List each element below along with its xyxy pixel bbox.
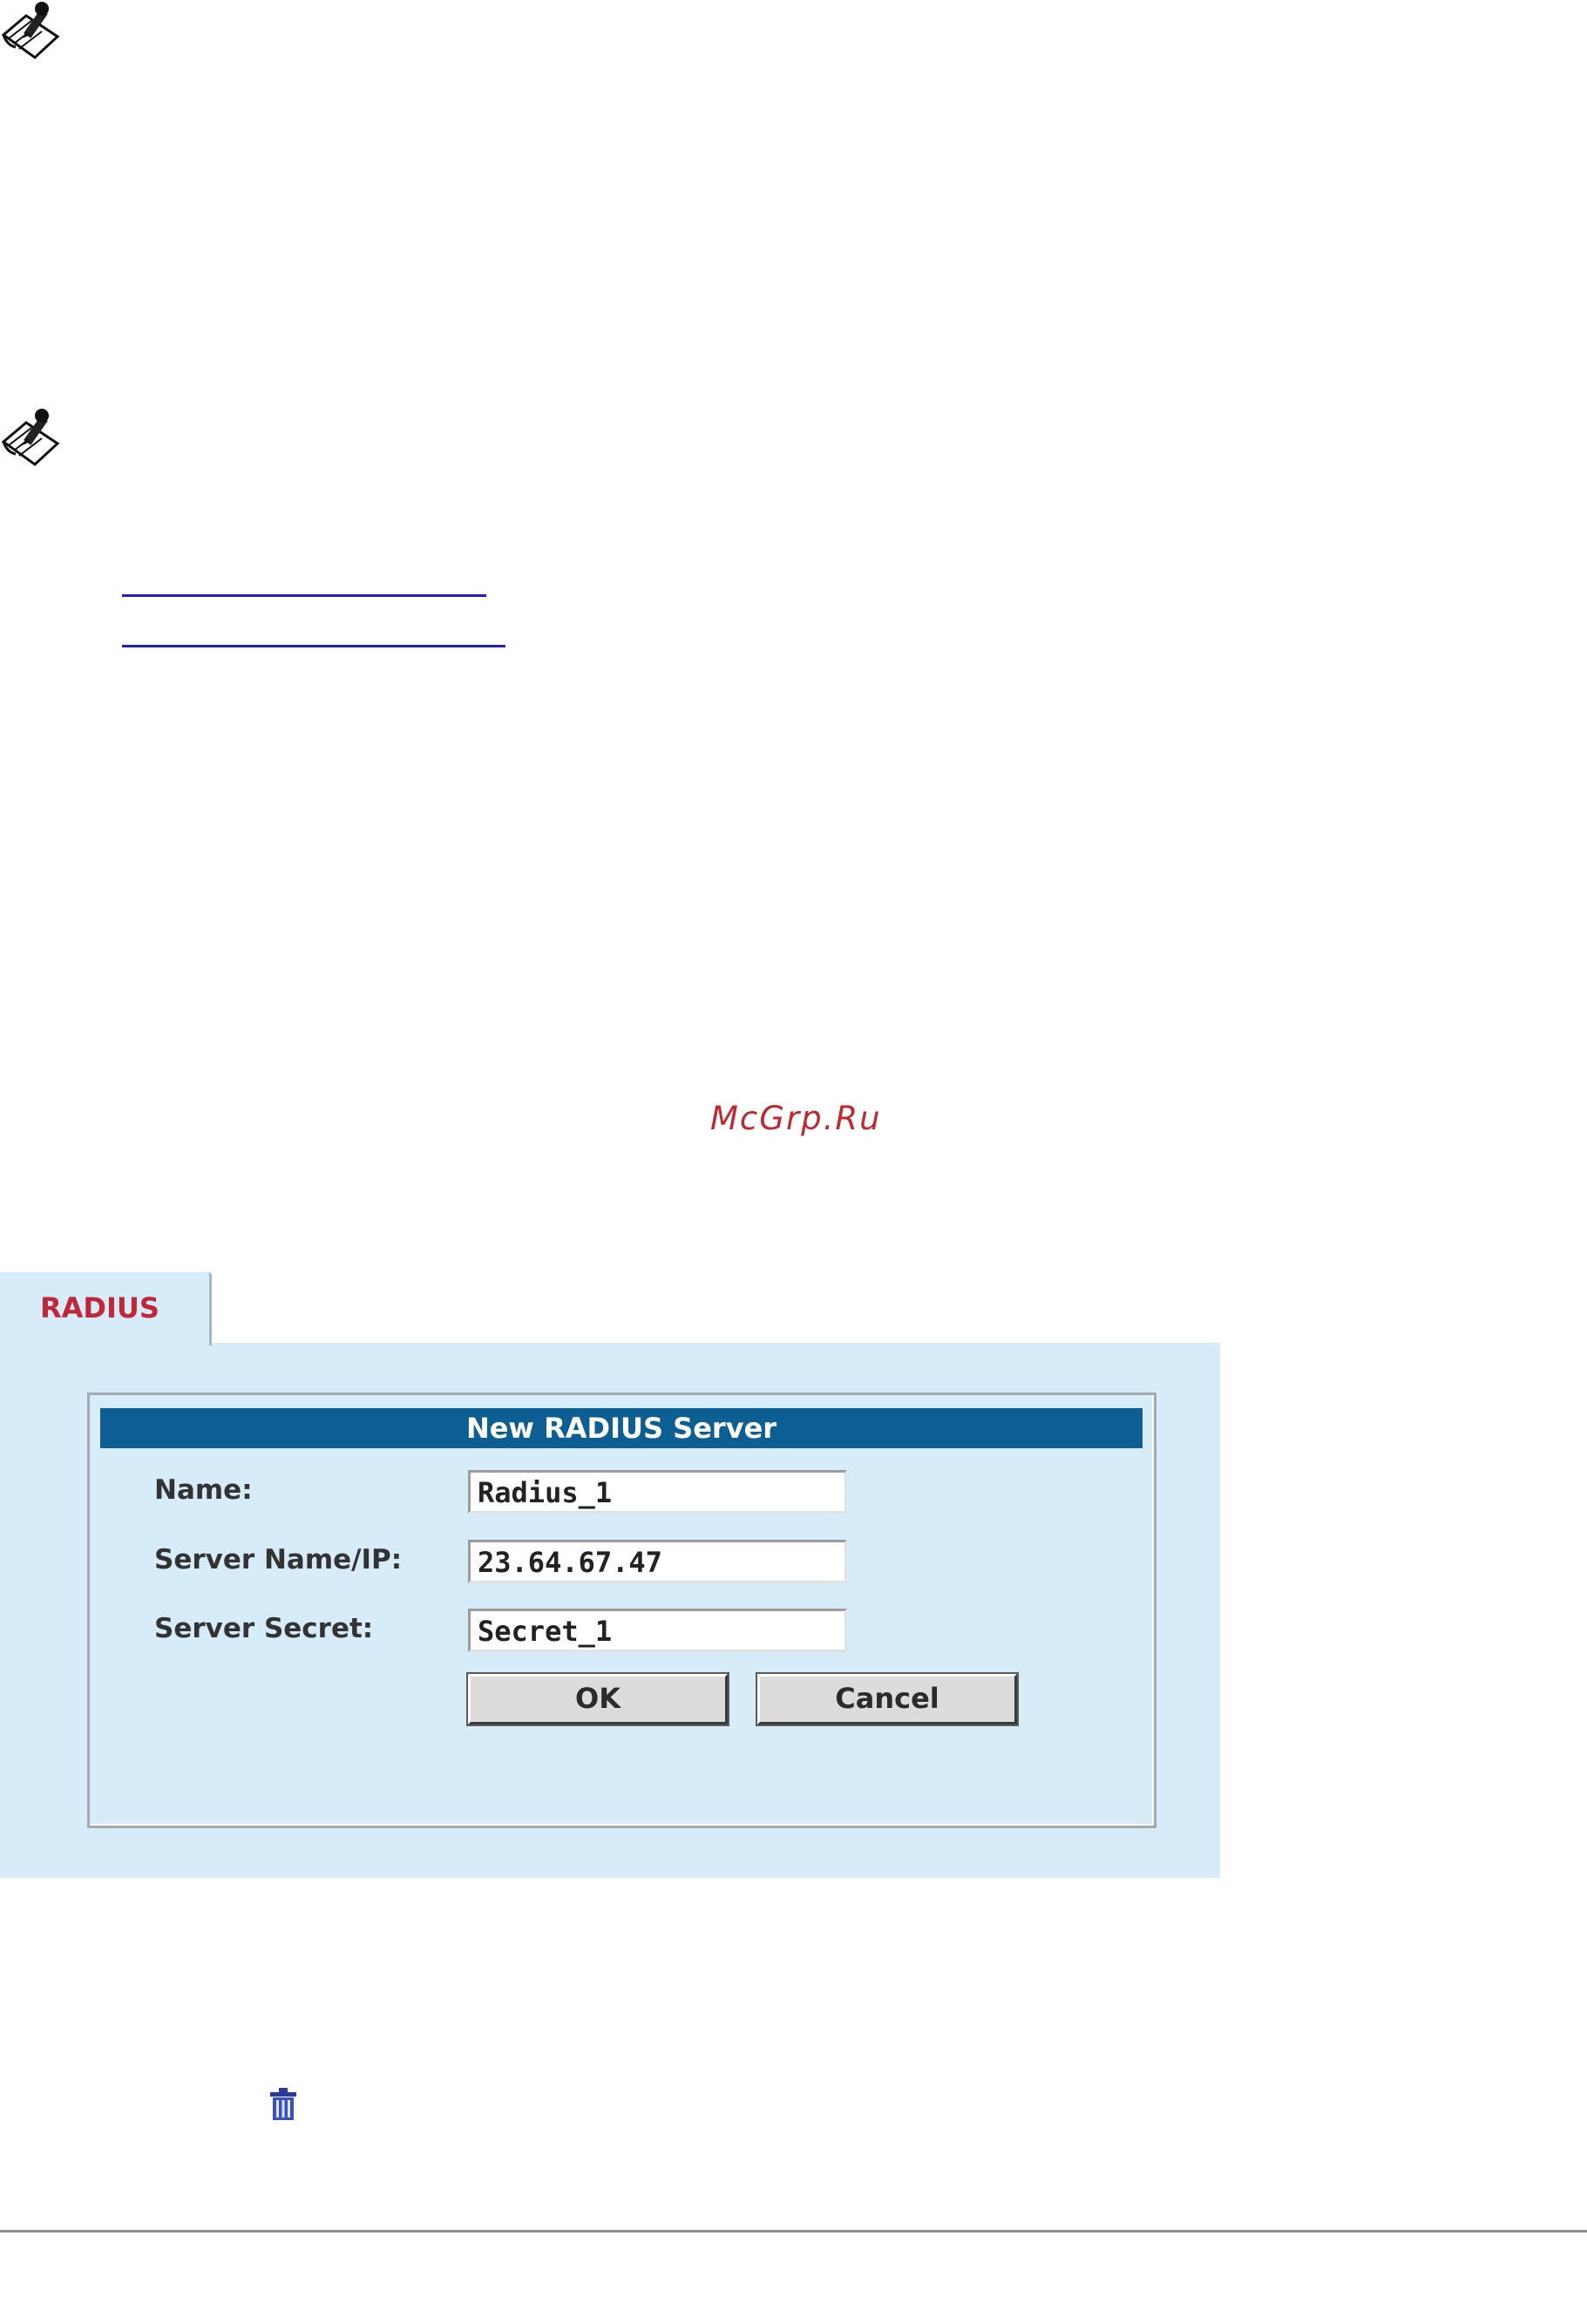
server-name-ip-label: Server Name/IP: — [154, 1544, 403, 1575]
watermark: McGrp.Ru — [710, 1100, 882, 1137]
server-name-ip-field[interactable]: 23.64.67.47 — [468, 1540, 847, 1583]
tab-radius[interactable]: RADIUS — [0, 1272, 212, 1345]
tab-radius-label: RADIUS — [40, 1291, 159, 1325]
server-secret-label: Server Secret: — [154, 1613, 374, 1644]
footer-divider — [0, 2230, 1587, 2233]
ok-button[interactable]: OK — [468, 1674, 728, 1724]
server-secret-field[interactable]: Secret_1 — [468, 1609, 847, 1652]
note-pencil-icon — [1, 2, 60, 59]
cancel-button[interactable]: Cancel — [757, 1674, 1017, 1724]
name-label: Name: — [154, 1474, 253, 1506]
note-pencil-icon — [1, 409, 60, 466]
hyperlink-underline[interactable] — [122, 645, 505, 647]
trash-icon[interactable] — [268, 2087, 299, 2122]
hyperlink-underline[interactable] — [122, 594, 486, 597]
form-title: New RADIUS Server — [100, 1408, 1143, 1448]
name-field[interactable]: Radius_1 — [468, 1470, 847, 1514]
